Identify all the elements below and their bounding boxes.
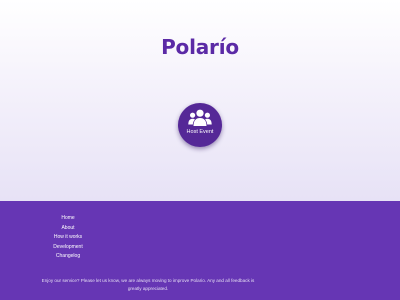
footer-link-how-it-works[interactable]: How it works bbox=[50, 233, 86, 243]
footer-link-home[interactable]: Home bbox=[50, 214, 86, 224]
footer-link-changelog[interactable]: Changelog bbox=[50, 252, 86, 262]
group-icon bbox=[188, 109, 212, 126]
feedback-text: Enjoy our service? Please let us know, w… bbox=[41, 278, 255, 291]
footer-link-development[interactable]: Development bbox=[50, 243, 86, 253]
host-event-label: Host Event bbox=[186, 129, 214, 135]
footer-nav: Home About How it works Development Chan… bbox=[50, 214, 86, 262]
site-logo[interactable]: Polarío bbox=[0, 35, 400, 59]
footer: Home About How it works Development Chan… bbox=[0, 201, 400, 300]
hero-section: Polarío Host Event bbox=[0, 0, 400, 201]
page: Polarío Host Event Home About How it wor… bbox=[0, 0, 400, 300]
footer-link-about[interactable]: About bbox=[50, 224, 86, 234]
host-event-button[interactable]: Host Event bbox=[178, 103, 222, 147]
